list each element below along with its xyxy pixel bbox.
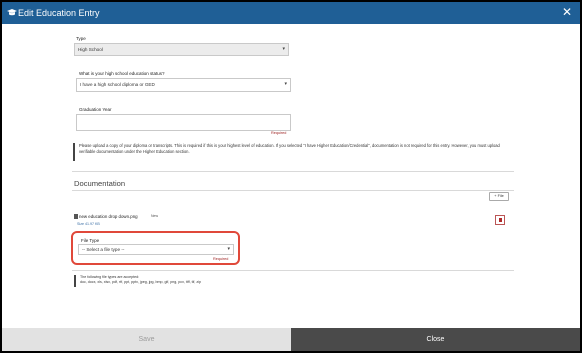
file-icon (74, 214, 78, 219)
accepted-types-list: doc, docx, xls, xlsx, pdf, rtf, ppt, ppt… (80, 280, 201, 284)
dialog-body: Type High School ▾ What is your high sch… (2, 24, 580, 328)
documentation-heading: Documentation (74, 179, 126, 188)
graduation-required-text: Required (271, 131, 287, 135)
save-button[interactable]: Save (2, 328, 291, 351)
type-select[interactable]: High School ▾ (74, 43, 289, 56)
type-label: Type (76, 36, 86, 41)
new-badge: New (151, 214, 159, 218)
file-size: Size 41.97 KB (77, 222, 100, 226)
dialog-footer: Save Close (2, 328, 580, 351)
divider (72, 270, 514, 271)
edit-education-dialog: Edit Education Entry ✕ Type High School … (2, 2, 580, 351)
graduation-year-input[interactable] (76, 114, 291, 131)
delete-file-button[interactable] (495, 215, 505, 225)
dialog-title: Edit Education Entry (18, 8, 100, 18)
file-type-select[interactable]: -- Select a file type -- ▾ (78, 244, 234, 255)
file-type-label: File Type (81, 238, 100, 243)
type-value: High School (78, 47, 103, 52)
close-icon[interactable]: ✕ (562, 5, 572, 19)
chevron-down-icon: ▾ (284, 81, 287, 87)
file-type-placeholder: -- Select a file type -- (82, 247, 125, 252)
dialog-header: Edit Education Entry ✕ (2, 2, 580, 24)
graduation-year-label: Graduation Year (79, 107, 112, 112)
file-type-required-text: Required (213, 257, 229, 261)
divider (72, 171, 514, 172)
education-status-value: I have a high school diploma or GED (80, 82, 155, 87)
graduation-cap-icon (7, 9, 17, 16)
close-button[interactable]: Close (291, 328, 580, 351)
divider (72, 190, 514, 191)
diploma-info-note: Please upload a copy of your diploma or … (73, 143, 513, 161)
chevron-down-icon: ▾ (227, 246, 230, 252)
accepted-types-note: The following file types are accepted: d… (74, 275, 514, 287)
uploaded-file-name[interactable]: new education drop down.png (79, 214, 138, 219)
education-status-label: What is your high school education statu… (79, 71, 165, 76)
add-file-button[interactable]: + File (489, 192, 509, 201)
chevron-down-icon: ▾ (282, 46, 285, 52)
education-status-select[interactable]: I have a high school diploma or GED ▾ (76, 78, 291, 92)
